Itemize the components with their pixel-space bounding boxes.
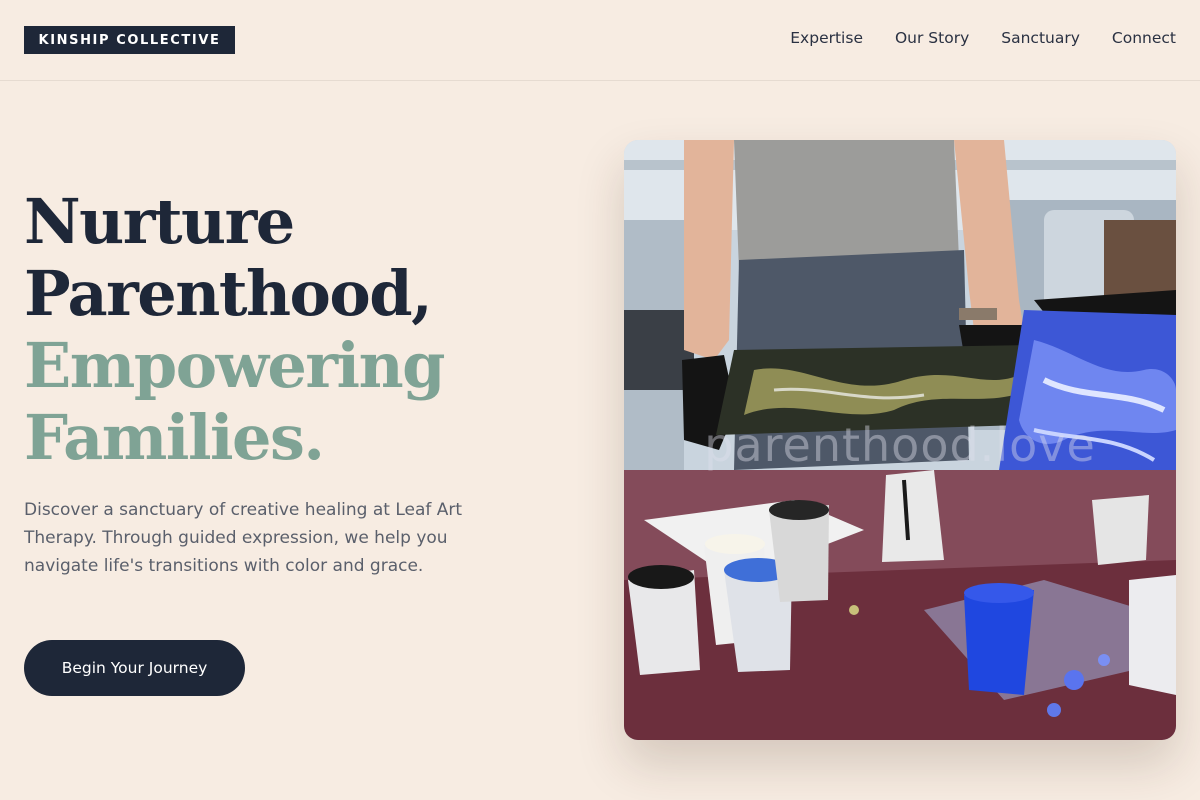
nav-link-sanctuary[interactable]: Sanctuary (1001, 28, 1080, 48)
nav-link-connect[interactable]: Connect (1112, 28, 1176, 48)
headline-line-2: Parenthood, (24, 257, 433, 330)
headline-line-1: Nurture (24, 185, 295, 258)
brand-logo[interactable]: KINSHIP COLLECTIVE (24, 26, 235, 54)
image-watermark: parenthood.love (704, 418, 1096, 472)
hero-photo: parenthood.love (624, 140, 1176, 740)
site-header: KINSHIP COLLECTIVE Expertise Our Story S… (0, 0, 1200, 81)
hero-headline: Nurture Parenthood, Empowering Families. (24, 186, 584, 474)
nav-link-expertise[interactable]: Expertise (790, 28, 863, 48)
hero-description: Discover a sanctuary of creative healing… (24, 500, 463, 576)
nav-link-our-story[interactable]: Our Story (895, 28, 969, 48)
begin-journey-button[interactable]: Begin Your Journey (24, 640, 245, 696)
headline-line-4: Families. (24, 401, 325, 474)
main-nav: Expertise Our Story Sanctuary Connect (790, 28, 1176, 48)
headline-line-3: Empowering (24, 329, 446, 402)
